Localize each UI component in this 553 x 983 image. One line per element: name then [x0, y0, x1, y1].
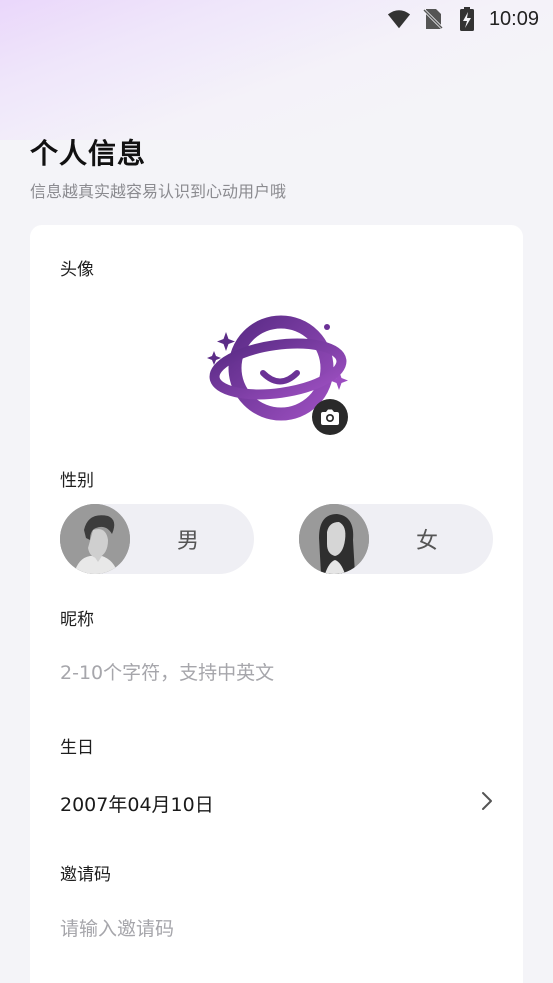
page-header: 个人信息 信息越真实越容易认识到心动用户哦: [30, 132, 286, 202]
chevron-right-icon: [481, 791, 493, 815]
no-sim-icon: [421, 7, 445, 31]
page-subtitle: 信息越真实越容易认识到心动用户哦: [30, 182, 287, 201]
female-avatar: [299, 504, 369, 574]
gender-option-label: 男: [176, 529, 199, 554]
status-bar: 10:09: [0, 0, 553, 38]
camera-icon: [321, 409, 339, 425]
gender-option-label: 女: [415, 529, 438, 554]
invite-code-input[interactable]: [60, 909, 493, 949]
battery-charging-icon: [455, 7, 479, 31]
change-avatar-button[interactable]: [312, 399, 348, 435]
gender-label: 性别: [60, 471, 94, 491]
nickname-input[interactable]: [60, 653, 493, 693]
status-time: 10:09: [488, 7, 539, 30]
profile-form-card: 头像 性别 男 女 昵称 2-10个字符，支持中英文 生日 2007年04月10…: [30, 225, 523, 983]
wifi-icon: [387, 7, 411, 31]
birthday-picker[interactable]: 2007年04月10日: [60, 783, 493, 823]
nickname-label: 昵称: [60, 610, 94, 630]
avatar-label: 头像: [60, 260, 94, 280]
invite-code-label: 邀请码: [60, 865, 111, 885]
gender-option-female[interactable]: 女: [299, 504, 493, 574]
gender-option-male[interactable]: 男: [60, 504, 254, 574]
page-title: 个人信息: [30, 137, 147, 170]
birthday-label: 生日: [60, 738, 94, 758]
male-avatar: [60, 504, 130, 574]
birthday-value: 2007年04月10日: [60, 793, 214, 816]
